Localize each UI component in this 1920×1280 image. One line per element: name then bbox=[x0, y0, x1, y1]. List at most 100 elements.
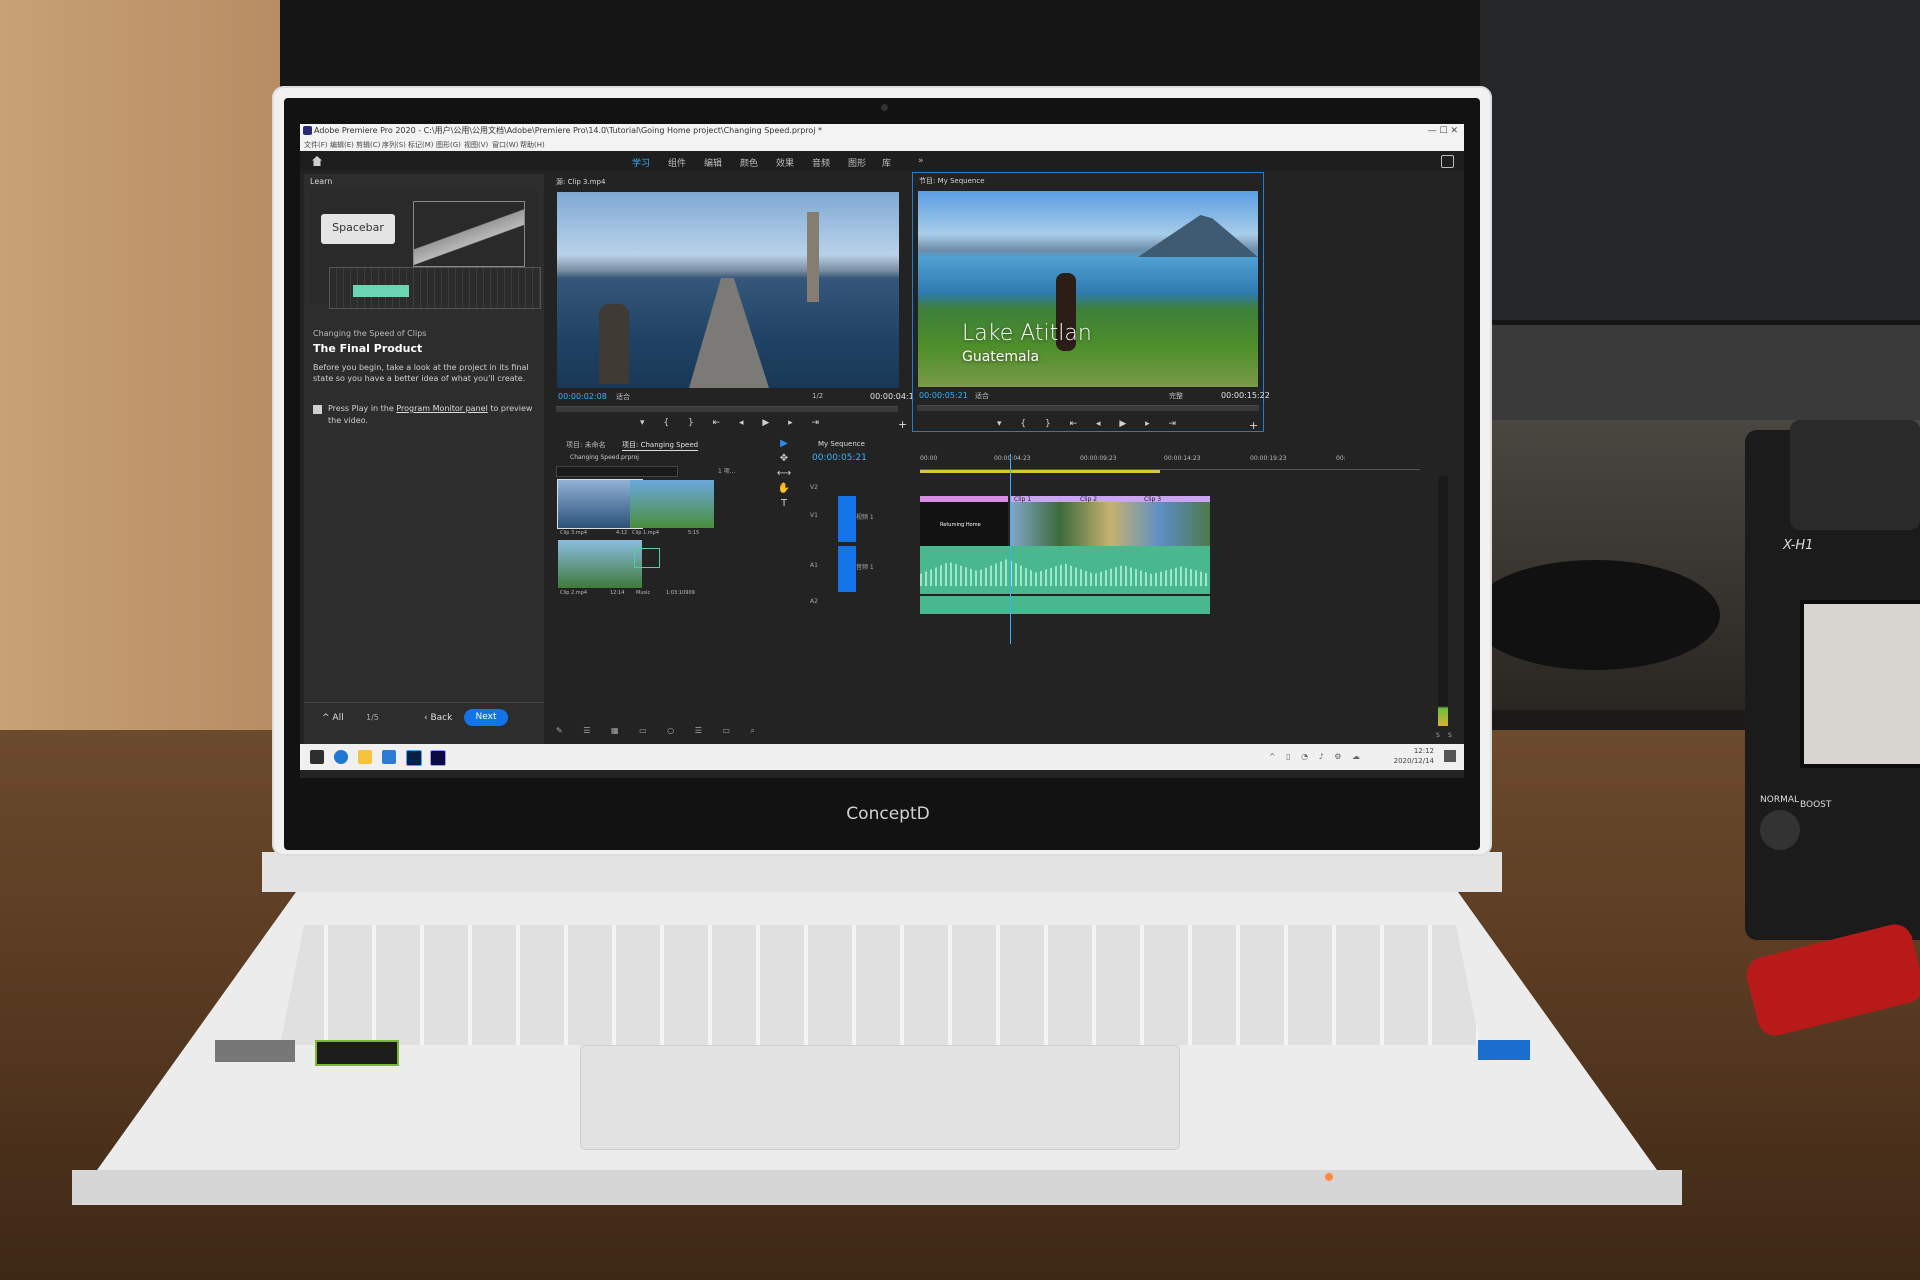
audio-waveform bbox=[920, 559, 1210, 586]
next-button[interactable]: Next bbox=[464, 709, 508, 726]
timeline-panel: My Sequence 00:00:05:21 00:00 00:00:04:2… bbox=[802, 436, 1426, 746]
program-quality-dropdown[interactable]: 完整 bbox=[1169, 391, 1183, 401]
audio-clip-music[interactable] bbox=[920, 546, 1210, 594]
track-label-a1: A1 bbox=[810, 562, 818, 569]
project-tab-changing-speed[interactable]: 项目: Changing Speed bbox=[622, 440, 699, 451]
solo-right-button[interactable]: S bbox=[1448, 732, 1452, 739]
source-timecode[interactable]: 00:00:02:08 bbox=[558, 392, 607, 401]
volcano bbox=[1138, 215, 1258, 257]
program-fit-dropdown[interactable]: 适合 bbox=[975, 391, 989, 401]
touchpad bbox=[580, 1045, 1180, 1150]
all-lessons-button[interactable]: ^ All bbox=[322, 713, 344, 723]
workspace-tab-learn[interactable]: 学习 bbox=[632, 156, 650, 169]
home-icon[interactable] bbox=[312, 156, 322, 166]
menu-bar: 文件(F) 编辑(E) 剪辑(C) 序列(S) 标记(M) 图形(G) 视图(V… bbox=[300, 138, 1464, 151]
overlay-subtitle: Guatemala bbox=[962, 349, 1040, 365]
camera-brand-label: X-H1 bbox=[1783, 538, 1814, 553]
workspace-tab-graphics[interactable]: 图形 bbox=[848, 156, 866, 169]
menu-graphics[interactable]: 图形(G) bbox=[436, 140, 461, 150]
learn-panel-tab[interactable]: Learn bbox=[310, 177, 332, 186]
lesson-illustration: Spacebar bbox=[309, 189, 541, 309]
program-timecode[interactable]: 00:00:05:21 bbox=[919, 391, 968, 400]
window-titlebar: Adobe Premiere Pro 2020 - C:\用户\公用\公用文档\… bbox=[300, 124, 1464, 138]
track-target-v1[interactable] bbox=[838, 496, 856, 542]
share-icon[interactable] bbox=[1441, 155, 1454, 168]
program-transport-controls[interactable]: ▾ { } ⇤ ◂ ▶ ▸ ⇥ bbox=[997, 419, 1184, 429]
menu-clip[interactable]: 剪辑(C) bbox=[356, 140, 380, 150]
lesson-body: Before you begin, take a look at the pro… bbox=[313, 363, 529, 383]
premiere-icon[interactable] bbox=[430, 750, 446, 766]
type-tool-icon[interactable]: T bbox=[770, 496, 798, 511]
camera-viewfinder bbox=[1790, 420, 1920, 530]
timeline-timecode[interactable]: 00:00:05:21 bbox=[812, 453, 867, 463]
timeline-playhead[interactable] bbox=[1010, 454, 1011, 644]
project-tab-unnamed[interactable]: 项目: 未命名 bbox=[566, 440, 606, 450]
store-icon[interactable] bbox=[382, 750, 396, 764]
ruler-tick: 00: bbox=[1336, 455, 1346, 462]
program-scrubber[interactable] bbox=[917, 405, 1259, 411]
menu-help[interactable]: 帮助(H) bbox=[520, 140, 545, 150]
menu-edit[interactable]: 编辑(E) bbox=[330, 140, 354, 150]
program-add-button-icon[interactable]: + bbox=[1249, 419, 1258, 432]
selection-tool-icon[interactable]: ▶ bbox=[770, 436, 798, 451]
project-panel-tools[interactable]: ✎ ☰ ▦ ▭ ○ ☰ ▭ ⌕ bbox=[556, 726, 764, 736]
program-monitor-link[interactable]: Program Monitor panel bbox=[396, 404, 487, 413]
workspace-tab-assembly[interactable]: 组件 bbox=[668, 156, 686, 169]
source-monitor-tab[interactable]: 源: Clip 3.mp4 bbox=[556, 177, 605, 187]
video-clips[interactable]: Clip 1 Clip 2 Clip 3 bbox=[1010, 496, 1210, 550]
edge-browser-icon[interactable] bbox=[334, 750, 348, 764]
page-indicator: 1/5 bbox=[366, 713, 379, 722]
timeline-ruler[interactable]: 00:00 00:00:04:23 00:00:09:23 00:00:14:2… bbox=[920, 453, 1420, 470]
lesson-step: Press Play in the Program Monitor panel … bbox=[328, 403, 538, 427]
step-checkbox[interactable] bbox=[313, 405, 322, 414]
taskbar-clock[interactable]: 12:12 2020/12/14 bbox=[1394, 746, 1434, 766]
project-search-input[interactable] bbox=[556, 466, 678, 477]
menu-sequence[interactable]: 序列(S) bbox=[382, 140, 406, 150]
system-tray-icons[interactable]: ^ ▯ ◔ ♪ ⚙ ☁ bbox=[1269, 752, 1364, 761]
notification-icon[interactable] bbox=[1444, 750, 1456, 762]
hand-tool-icon[interactable]: ✋ bbox=[770, 481, 798, 496]
solo-left-button[interactable]: S bbox=[1436, 732, 1440, 739]
spacebar-key-illustration: Spacebar bbox=[321, 214, 395, 244]
clip-name: Music bbox=[636, 590, 651, 596]
clip-label: Clip 3 bbox=[1144, 496, 1162, 503]
workspace-tab-editing[interactable]: 编辑 bbox=[704, 156, 722, 169]
clock-date: 2020/12/14 bbox=[1393, 757, 1434, 765]
work-area-bar[interactable] bbox=[920, 470, 1160, 473]
source-scrubber[interactable] bbox=[556, 406, 898, 412]
clip-duration: 1:03:10909 bbox=[666, 590, 695, 596]
workspace-tab-color[interactable]: 颜色 bbox=[740, 156, 758, 169]
clip-thumbnail[interactable] bbox=[558, 540, 642, 588]
menu-file[interactable]: 文件(F) bbox=[304, 140, 328, 150]
audio-file-icon[interactable] bbox=[634, 548, 660, 568]
menu-window[interactable]: 窗口(W) bbox=[492, 140, 518, 150]
window-controls[interactable]: — ☐ ✕ bbox=[1428, 124, 1458, 138]
workspace-more-button[interactable]: » bbox=[918, 156, 924, 166]
clip-thumbnail[interactable] bbox=[630, 480, 714, 528]
track-target-a1[interactable] bbox=[838, 546, 856, 592]
source-fit-dropdown[interactable]: 适合 bbox=[616, 392, 630, 402]
back-button[interactable]: ‹ Back bbox=[424, 713, 452, 723]
start-icon[interactable] bbox=[310, 750, 324, 764]
program-monitor: 节目: My Sequence Lake Atitlan Guatemala 0… bbox=[912, 172, 1270, 432]
ripple-edit-tool-icon[interactable]: ✥ bbox=[770, 451, 798, 466]
source-add-button-icon[interactable]: + bbox=[898, 418, 907, 431]
menu-view[interactable]: 视图(V) bbox=[464, 140, 488, 150]
source-resolution-dropdown[interactable]: 1/2 bbox=[812, 392, 823, 400]
workspace-tab-effects[interactable]: 效果 bbox=[776, 156, 794, 169]
timeline-tab[interactable]: My Sequence bbox=[818, 440, 865, 448]
menu-marker[interactable]: 标记(M) bbox=[408, 140, 434, 150]
audio-clip-a2[interactable] bbox=[920, 596, 1210, 614]
ruler-tick: 00:00:14:23 bbox=[1164, 455, 1201, 462]
workspace-tab-audio[interactable]: 音频 bbox=[812, 156, 830, 169]
sticker-intel bbox=[215, 1040, 295, 1062]
file-explorer-icon[interactable] bbox=[358, 750, 372, 764]
title-clip[interactable]: Returning Home bbox=[920, 496, 1008, 550]
slip-tool-icon[interactable]: ⟷ bbox=[770, 466, 798, 481]
workspace-tab-libraries[interactable]: 库 bbox=[882, 156, 891, 169]
track-name-v1: 视频 1 bbox=[856, 514, 874, 521]
ruler-tick: 00:00:04:23 bbox=[994, 455, 1031, 462]
source-transport-controls[interactable]: ▾ { } ⇤ ◂ ▶ ▸ ⇥ bbox=[640, 418, 827, 428]
photoshop-icon[interactable] bbox=[406, 750, 422, 766]
program-monitor-tab[interactable]: 节目: My Sequence bbox=[919, 176, 985, 186]
